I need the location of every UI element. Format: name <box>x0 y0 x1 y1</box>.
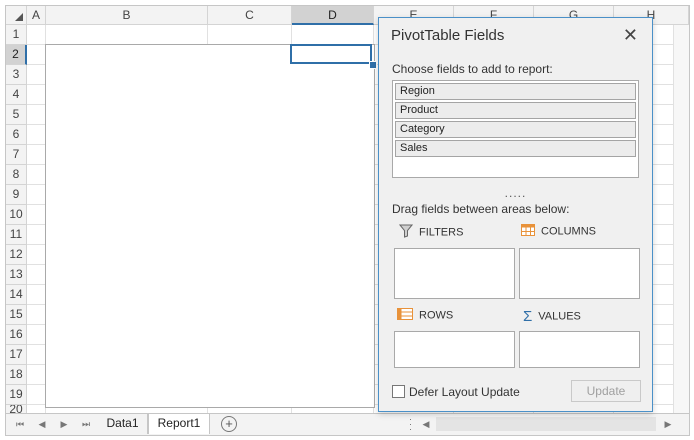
defer-layout-label: Defer Layout Update <box>409 385 520 399</box>
pivot-fields-panel: PivotTable Fields ✕ Choose fields to add… <box>378 17 653 412</box>
sheet-tab-report1[interactable]: Report1 <box>148 414 210 434</box>
tab-splitter-handle[interactable]: · · · <box>409 415 413 434</box>
sheet-tab-data1[interactable]: Data1 <box>98 414 148 434</box>
row-header-1[interactable]: 1 <box>6 25 27 45</box>
row-header-17[interactable]: 17 <box>6 345 27 365</box>
first-sheet-icon[interactable]: ⏮ <box>10 417 30 431</box>
columns-drop-area[interactable] <box>519 248 640 299</box>
row-header-10[interactable]: 10 <box>6 205 27 225</box>
field-list: Region Product Category Sales <box>392 80 639 178</box>
next-sheet-icon[interactable]: ▶ <box>54 417 74 431</box>
field-item-product[interactable]: Product <box>395 102 636 119</box>
row-header-11[interactable]: 11 <box>6 225 27 245</box>
rows-drop-area[interactable] <box>394 331 515 368</box>
row-header-7[interactable]: 7 <box>6 145 27 165</box>
row-header-15[interactable]: 15 <box>6 305 27 325</box>
choose-fields-label: Choose fields to add to report: <box>392 62 553 76</box>
values-drop-area[interactable] <box>519 331 640 368</box>
rows-area-header: ROWS <box>397 308 453 323</box>
fill-handle[interactable] <box>369 61 377 69</box>
scroll-right-icon[interactable]: ▶ <box>658 417 678 431</box>
columns-label: COLUMNS <box>541 225 597 238</box>
panel-title: PivotTable Fields <box>391 27 505 44</box>
select-all-corner[interactable] <box>6 6 27 25</box>
field-item-category[interactable]: Category <box>395 121 636 138</box>
row-header-3[interactable]: 3 <box>6 65 27 85</box>
sigma-icon: Σ <box>523 308 533 325</box>
row-header-19[interactable]: 19 <box>6 385 27 405</box>
field-item-sales[interactable]: Sales <box>395 140 636 157</box>
rows-label: ROWS <box>419 309 454 322</box>
field-item-region[interactable]: Region <box>395 83 636 100</box>
filters-drop-area[interactable] <box>394 248 515 299</box>
active-cell-d2[interactable] <box>290 44 372 64</box>
column-header-a[interactable]: A <box>27 6 46 25</box>
row-header-16[interactable]: 16 <box>6 325 27 345</box>
drag-fields-label: Drag fields between areas below: <box>392 202 570 216</box>
last-sheet-icon[interactable]: ⏭ <box>76 417 96 431</box>
horizontal-scrollbar[interactable] <box>436 417 656 431</box>
scroll-left-icon[interactable]: ◀ <box>416 417 436 431</box>
row-header-8[interactable]: 8 <box>6 165 27 185</box>
column-header-b[interactable]: B <box>46 6 208 25</box>
column-header-d[interactable]: D <box>292 6 374 25</box>
row-header-13[interactable]: 13 <box>6 265 27 285</box>
row-header-9[interactable]: 9 <box>6 185 27 205</box>
prev-sheet-icon[interactable]: ◀ <box>32 417 52 431</box>
pivot-table-placeholder[interactable] <box>45 44 375 408</box>
values-label: VALUES <box>538 310 581 323</box>
filters-label: FILTERS <box>419 226 464 239</box>
row-header-18[interactable]: 18 <box>6 365 27 385</box>
row-header-2[interactable]: 2 <box>6 45 27 65</box>
columns-table-icon <box>521 224 535 239</box>
row-header-6[interactable]: 6 <box>6 125 27 145</box>
row-header-14[interactable]: 14 <box>6 285 27 305</box>
column-header-c[interactable]: C <box>208 6 292 25</box>
filters-area-header: FILTERS <box>398 224 464 241</box>
defer-layout-checkbox[interactable] <box>392 385 405 398</box>
values-area-header: Σ VALUES <box>523 308 581 325</box>
rows-table-icon <box>397 308 413 323</box>
update-button[interactable]: Update <box>571 380 641 402</box>
section-splitter[interactable]: ..... <box>379 186 652 200</box>
filter-icon <box>398 224 414 241</box>
row-header-12[interactable]: 12 <box>6 245 27 265</box>
vertical-scrollbar[interactable] <box>673 25 689 414</box>
close-icon[interactable]: ✕ <box>623 26 638 44</box>
row-header-5[interactable]: 5 <box>6 105 27 125</box>
select-all-triangle-icon <box>15 13 23 21</box>
columns-area-header: COLUMNS <box>521 224 596 239</box>
row-header-4[interactable]: 4 <box>6 85 27 105</box>
add-sheet-icon[interactable]: + <box>221 416 237 432</box>
sheet-tab-bar: ⏮ ◀ ▶ ⏭ Data1 Report1 + · · · ◀ ▶ <box>6 413 689 435</box>
